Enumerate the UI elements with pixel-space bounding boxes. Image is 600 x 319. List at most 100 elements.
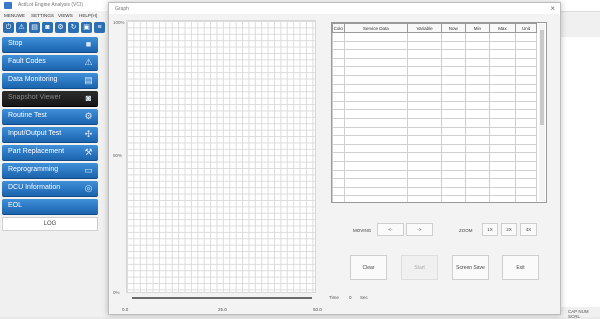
sidebar-item-reprogramming[interactable]: Reprogramming ▭ (2, 163, 98, 179)
table-cell (488, 195, 517, 202)
table-row[interactable] (332, 160, 537, 171)
menu-settings[interactable]: SETTINGS (31, 13, 54, 18)
list-icon[interactable]: ≡ (94, 22, 105, 33)
zoom-4x-button[interactable]: 4X (520, 223, 537, 236)
graph-plot-area[interactable] (126, 20, 316, 293)
app-title: ActiLot Engine Analysis (VCI) (18, 2, 84, 8)
table-cell (440, 109, 466, 119)
table-row[interactable] (332, 83, 537, 94)
table-row[interactable] (332, 126, 537, 137)
table-cell (407, 143, 442, 154)
io-icon: ✣ (84, 129, 93, 139)
toolbar: ⏻ ⚠ ▤ ◙ ⚙ ↻ ▣ ≡ (0, 20, 110, 37)
menu-help[interactable]: HELP(H) (79, 13, 97, 18)
table-cell (440, 117, 466, 128)
moving-label: MOVING (353, 228, 372, 233)
sidebar-item-label: EOL (8, 202, 23, 209)
table-cell (464, 152, 490, 162)
menubar: MENUWE SETTINGS VIEWS HELP(H) (0, 11, 110, 20)
warning-icon: ⚠ (84, 57, 93, 67)
table-row[interactable] (332, 100, 537, 111)
table-cell (407, 32, 442, 42)
time-scrollbar[interactable] (132, 297, 312, 299)
table-row[interactable] (332, 186, 537, 197)
zoom-2x-button[interactable]: 2X (501, 223, 517, 236)
table-cell (488, 49, 517, 59)
table-row[interactable] (332, 169, 537, 180)
sidebar-item-dcu-information[interactable]: DCU Information ◎ (2, 181, 98, 197)
zoom-1x-button[interactable]: 1X (482, 223, 498, 236)
clear-button[interactable]: Clear (350, 255, 387, 280)
menu-views[interactable]: VIEWS (58, 13, 73, 18)
table-cell (440, 100, 466, 111)
monitor-icon[interactable]: ▤ (29, 22, 40, 33)
sidebar-item-eol[interactable]: EOL (2, 199, 98, 215)
scrollbar-thumb[interactable] (540, 30, 544, 125)
table-row[interactable] (332, 178, 537, 188)
table-cell (488, 109, 517, 119)
warning-icon[interactable]: ⚠ (16, 22, 27, 33)
routine-icon: ⚙ (84, 111, 93, 121)
sidebar-item-part-replacement[interactable]: Part Replacement ⚒ (2, 145, 98, 161)
table-cell (515, 32, 537, 42)
sidebar-item-snapshot-viewer[interactable]: Snapshot Viewer ◙ (2, 91, 98, 107)
table-cell (488, 126, 517, 137)
refresh-icon[interactable]: ↻ (68, 22, 79, 33)
table-cell (332, 143, 345, 154)
table-cell (343, 100, 409, 111)
sidebar-item-data-monitoring[interactable]: Data Monitoring ▤ (2, 73, 98, 89)
close-icon[interactable]: × (550, 4, 555, 13)
table-cell (440, 160, 466, 171)
table-cell (515, 40, 537, 51)
sidebar-item-label: Stop (8, 40, 23, 47)
chip-icon[interactable]: ▣ (81, 22, 92, 33)
table-cell (515, 152, 537, 162)
table-cell (488, 169, 517, 180)
sidebar-item-stop[interactable]: Stop ■ (2, 37, 98, 53)
table-row[interactable] (332, 195, 537, 202)
table-cell (464, 195, 490, 202)
column-header-service-data: Service Data (343, 23, 409, 33)
exit-button[interactable]: Exit (502, 255, 539, 280)
screen-save-button[interactable]: Screen Save (452, 255, 489, 280)
camera-icon[interactable]: ◙ (42, 22, 53, 33)
table-row[interactable] (332, 40, 537, 51)
table-row[interactable] (332, 143, 537, 154)
start-button[interactable]: Start (401, 255, 438, 280)
time-unit: Sec (360, 295, 368, 300)
table-row[interactable] (332, 117, 537, 128)
table-row[interactable] (332, 109, 537, 119)
table-cell (332, 152, 345, 162)
table-header-row: Colo Service Data Variable Now Min Max U… (332, 23, 537, 33)
table-row[interactable] (332, 49, 537, 59)
table-cell (343, 57, 409, 68)
sidebar-item-io-test[interactable]: Input/Output Test ✣ (2, 127, 98, 143)
table-row[interactable] (332, 66, 537, 76)
table-cell (332, 57, 345, 68)
table-cell (464, 109, 490, 119)
table-cell (440, 57, 466, 68)
menu-file[interactable]: MENUWE (4, 13, 25, 18)
table-row[interactable] (332, 92, 537, 102)
sidebar-item-routine-test[interactable]: Routine Test ⚙ (2, 109, 98, 125)
table-row[interactable] (332, 152, 537, 162)
table-row[interactable] (332, 32, 537, 42)
table-row[interactable] (332, 57, 537, 68)
zoom-label: ZOOM (459, 228, 473, 233)
power-icon[interactable]: ⏻ (3, 22, 14, 33)
log-tab[interactable]: LOG (2, 217, 98, 231)
gear-icon[interactable]: ⚙ (55, 22, 66, 33)
y-axis-label-min: 0% (113, 290, 120, 295)
move-left-button[interactable]: <- (377, 223, 404, 236)
sidebar-item-fault-codes[interactable]: Fault Codes ⚠ (2, 55, 98, 71)
table-row[interactable] (332, 135, 537, 145)
table-cell (440, 49, 466, 59)
table-cell (488, 117, 517, 128)
table-scrollbar[interactable] (539, 24, 545, 201)
table-cell (464, 40, 490, 51)
sidebar-item-label: Routine Test (8, 112, 47, 119)
table-cell (332, 109, 345, 119)
table-cell (343, 66, 409, 76)
move-right-button[interactable]: -> (406, 223, 433, 236)
table-row[interactable] (332, 74, 537, 85)
